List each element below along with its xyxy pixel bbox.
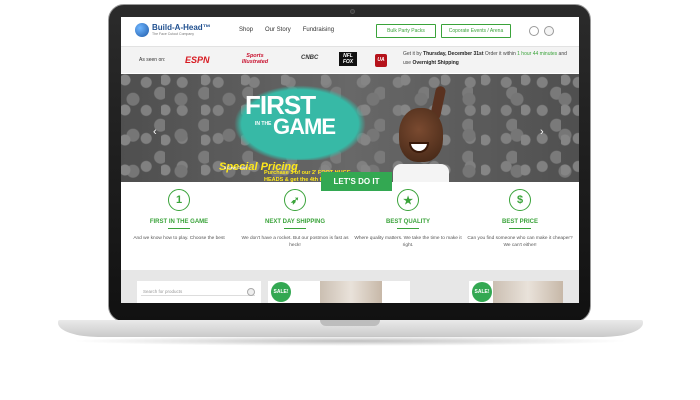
shipping-mid: Order it within [483,51,518,57]
feature-best-quality: ★ BEST QUALITY Where quality matters. We… [353,189,463,249]
feature-divider [168,228,190,229]
sale-badge: SALE! [472,282,492,302]
laptop-shadow [70,336,630,346]
feature-divider [284,228,306,229]
hero-banner[interactable]: FIRST IN THE GAME Special Pricing Purcha… [121,74,579,182]
product-image [320,281,382,303]
player-head [399,108,443,162]
nfl-fox-logo: NFL FOX [339,52,357,66]
laptop-notch [320,320,380,326]
webcam [350,9,355,14]
shipping-countdown: 1 hour 44 minutes [517,51,558,57]
player-jersey [393,164,449,182]
product-image [493,281,563,303]
bulk-party-packs-button[interactable]: Bulk Party Packs [376,24,436,38]
search-icon[interactable] [247,288,255,296]
feature-desc: Can you find someone who can make it che… [467,236,573,248]
feature-title: NEXT DAY SHIPPING [264,219,326,225]
cart-icon[interactable] [529,26,539,36]
espn-logo: ESPN [185,55,210,65]
main-nav: Shop Our Story Fundraising [239,27,334,33]
shipping-pre: Get it by [403,51,424,57]
dollar-icon: $ [509,189,531,211]
laptop-screen: Build-A-Head™ The Face Cutout Company Sh… [121,17,579,303]
shipping-method: Overnight Shipping [412,60,459,66]
cnbc-logo: CNBC [301,55,319,61]
sports-illustrated-logo: Sports Illustrated [241,53,269,65]
sale-badge: SALE! [271,282,291,302]
site-header: Build-A-Head™ The Face Cutout Company Sh… [121,17,579,46]
carousel-prev-icon[interactable]: ‹ [153,126,157,138]
product-card-2[interactable]: SALE! [469,281,563,303]
lets-do-it-button[interactable]: LET'S DO IT [321,172,392,191]
search-input[interactable]: Search for products [141,288,255,296]
feature-divider [509,228,531,229]
three-days-only: 3 Days Only! [224,165,247,170]
feature-title: FIRST IN THE GAME [149,219,209,225]
carousel-next-icon[interactable]: › [540,126,544,138]
feature-best-price: $ BEST PRICE Can you find someone who ca… [465,189,575,249]
ua-shield-logo: UA [375,54,387,67]
shipping-notice: Get it by Thursday, December 31st Order … [403,50,575,68]
features-row: 1 FIRST IN THE GAME And we know how to p… [121,182,579,270]
product-card-1[interactable]: SALE! [268,281,410,303]
hero-title-in-the: IN THE [255,121,272,127]
product-search-box: Search for products [137,281,261,303]
logo-tagline: The Face Cutout Company [152,31,195,36]
nav-fundraising[interactable]: Fundraising [303,27,334,33]
feature-desc: We don't have a rocket. But our postmon … [241,236,349,248]
feature-title: BEST PRICE [501,219,538,225]
feature-desc: And we know how to play. Choose the best [133,236,225,241]
feature-first-in-game: 1 FIRST IN THE GAME And we know how to p… [124,189,234,242]
site-logo[interactable]: Build-A-Head™ The Face Cutout Company [135,23,211,37]
feature-next-day-shipping: ➶ NEXT DAY SHIPPING We don't have a rock… [240,189,350,249]
logo-name: Build-A-Head™ [152,22,211,32]
number-one-icon: 1 [168,189,190,211]
nav-shop[interactable]: Shop [239,27,253,33]
big-head-player-image [387,85,457,182]
feature-divider [397,228,419,229]
feature-title: BEST QUALITY [385,219,430,225]
rocket-icon: ➶ [284,189,306,211]
hero-title-game: GAME [273,114,336,139]
account-icon[interactable] [544,26,554,36]
as-seen-on-label: As seen on: [139,57,166,63]
logo-head-icon [135,23,149,37]
star-icon: ★ [397,189,419,211]
corporate-events-button[interactable]: Coporate Events / Arena [441,24,511,38]
feature-desc: Where quality matters. We take the time … [354,236,462,248]
shipping-date: Thursday, December 31st [423,51,484,57]
nav-our-story[interactable]: Our Story [265,27,291,33]
as-seen-on-bar: As seen on: ESPN Sports Illustrated CNBC… [121,46,579,73]
